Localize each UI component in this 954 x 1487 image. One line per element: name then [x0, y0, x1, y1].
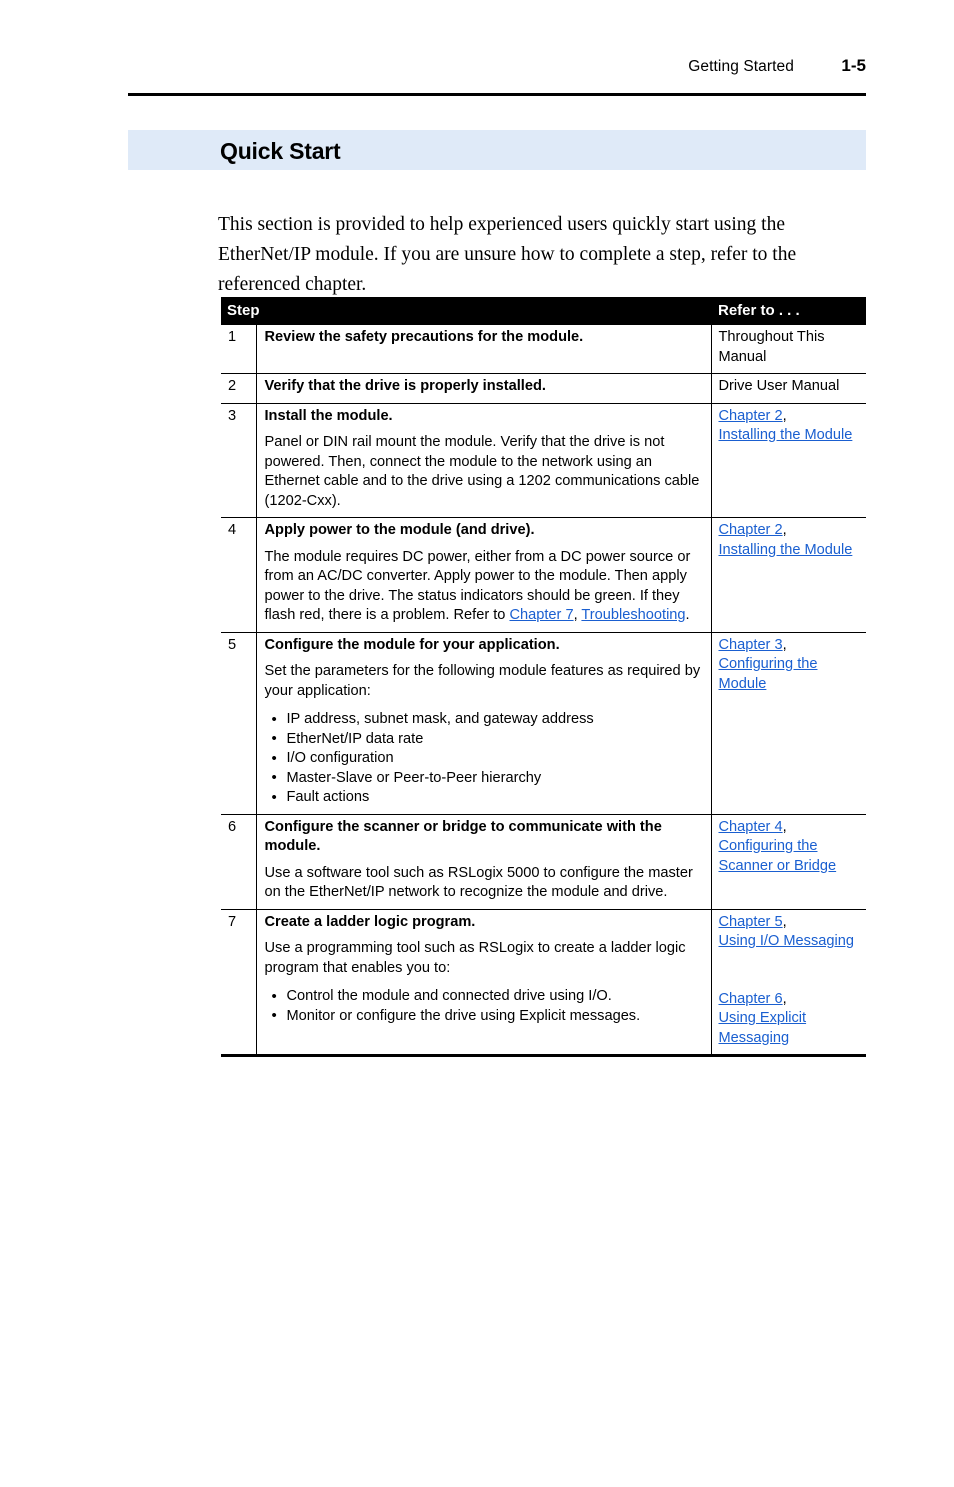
running-header: Getting Started 1-5: [128, 56, 866, 76]
step-title: Apply power to the module (and drive).: [264, 522, 535, 538]
reference-text: Drive User Manual: [718, 378, 840, 394]
step-description: Create a ladder logic program. Use a pro…: [256, 908, 712, 1057]
step-title: Install the module.: [264, 407, 393, 424]
step-reference: Chapter 5, Using I/O Messaging Chapter 6,…: [711, 908, 866, 1057]
step-bullet-list: IP address, subnet mask, and gateway add…: [265, 710, 703, 808]
chapter-title-link[interactable]: Using I/O Messaging: [719, 933, 854, 949]
table-row: 4 Apply power to the module (and drive).…: [221, 517, 866, 633]
chapter-link[interactable]: Chapter 2: [719, 408, 783, 424]
table-row: 5 Configure the module for your applicat…: [221, 631, 866, 815]
reference-link-group: Chapter 2, Installing the Module: [719, 521, 865, 560]
column-header-description: [256, 297, 711, 325]
chapter-link[interactable]: Chapter 2: [719, 522, 783, 538]
comma-separator: ,: [782, 913, 787, 930]
list-item: EtherNet/IP data rate: [272, 729, 703, 750]
comma-separator: ,: [782, 636, 787, 653]
chapter-title-link[interactable]: Installing the Module: [719, 542, 853, 558]
step-reference: Chapter 2, Installing the Module: [711, 402, 866, 518]
step-title: Review the safety precautions for the mo…: [264, 329, 584, 345]
comma-separator: ,: [782, 818, 787, 835]
header-divider-rule: [128, 93, 866, 96]
step-reference: Chapter 2, Installing the Module: [711, 517, 866, 633]
reference-link-group: Chapter 3, Configuring the Module: [719, 636, 865, 695]
column-header-step: Step: [221, 297, 260, 325]
section-heading-band: Quick Start: [128, 130, 866, 170]
list-item: I/O configuration: [272, 749, 703, 769]
reference-link-group: Chapter 2, Installing the Module: [719, 407, 865, 446]
step-number: 7: [221, 908, 257, 1057]
step-title: Configure the scanner or bridge to commu…: [264, 818, 662, 855]
step-number: 1: [221, 324, 257, 374]
intro-paragraph: This section is provided to help experie…: [218, 213, 797, 295]
header-page-number: 1-5: [841, 56, 866, 75]
comma-separator: ,: [782, 990, 787, 1007]
step-number: 5: [221, 631, 257, 815]
step-description: Configure the module for your applicatio…: [256, 631, 712, 815]
chapter-title-link[interactable]: Installing the Module: [719, 427, 853, 443]
list-item: Master-Slave or Peer-to-Peer hierarchy: [272, 768, 703, 789]
step-body: Panel or DIN rail mount the module. Veri…: [264, 434, 700, 509]
step-number: 4: [221, 517, 257, 633]
column-header-refer-to: Refer to . . .: [711, 297, 866, 325]
step-bullet-list: Control the module and connected drive u…: [265, 987, 703, 1026]
comma-separator: ,: [782, 407, 787, 424]
step-body: Use a software tool such as RSLogix 5000…: [264, 864, 693, 901]
step-title: Configure the module for your applicatio…: [264, 636, 560, 653]
reference-link-group: Chapter 6, Using Explicit Messaging: [719, 990, 865, 1049]
step-body: The module requires DC power, either fro…: [265, 548, 703, 626]
table-row: 2 Verify that the drive is properly inst…: [221, 373, 866, 404]
table-row: 6 Configure the scanner or bridge to com…: [221, 813, 866, 910]
chapter-title-link[interactable]: Configuring the Module: [719, 656, 818, 692]
reference-text: Throughout This Manual: [718, 329, 825, 365]
reference-link-group: Chapter 5, Using I/O Messaging: [719, 913, 865, 952]
list-item: Monitor or configure the drive using Exp…: [272, 1006, 703, 1027]
chapter-link[interactable]: Chapter 3: [719, 637, 783, 653]
inline-period: .: [685, 607, 690, 623]
step-reference: Throughout This Manual: [711, 324, 866, 374]
step-title: Verify that the drive is properly instal…: [264, 378, 546, 394]
chapter-link[interactable]: Chapter 4: [719, 819, 783, 835]
step-number: 2: [221, 373, 257, 404]
step-description: Apply power to the module (and drive). T…: [256, 517, 712, 633]
step-reference: Drive User Manual: [711, 373, 866, 404]
list-item: Control the module and connected drive u…: [272, 987, 703, 1007]
step-reference: Chapter 4, Configuring the Scanner or Bri…: [711, 813, 866, 910]
table-row: 7 Create a ladder logic program. Use a p…: [221, 908, 866, 1057]
comma-separator: ,: [782, 522, 787, 538]
table-row: 1 Review the safety precautions for the …: [221, 324, 866, 374]
inline-chapter-link[interactable]: Chapter 7: [509, 607, 573, 623]
step-reference: Chapter 3, Configuring the Module: [711, 631, 866, 815]
step-description: Install the module. Panel or DIN rail mo…: [256, 402, 712, 518]
header-chapter-name: Getting Started: [688, 58, 794, 75]
step-description: Configure the scanner or bridge to commu…: [256, 813, 712, 910]
chapter-title-link[interactable]: Configuring the Scanner or Bridge: [719, 838, 837, 874]
chapter-link[interactable]: Chapter 6: [719, 991, 783, 1007]
table-header-row: Step Refer to . . .: [221, 297, 866, 325]
step-body: Set the parameters for the following mod…: [264, 663, 701, 699]
step-body: Use a programming tool such as RSLogix t…: [264, 940, 686, 976]
reference-link-group: Chapter 4, Configuring the Scanner or Bri…: [719, 818, 865, 877]
step-description: Verify that the drive is properly instal…: [256, 373, 712, 404]
chapter-title-link[interactable]: Using Explicit Messaging: [719, 1010, 807, 1046]
list-item: Fault actions: [272, 788, 703, 808]
step-number: 6: [221, 813, 257, 910]
quick-start-table: Step Refer to . . . 1 Review the safety …: [221, 297, 866, 1057]
list-item: IP address, subnet mask, and gateway add…: [272, 710, 703, 730]
step-description: Review the safety precautions for the mo…: [256, 324, 712, 374]
step-title: Create a ladder logic program.: [264, 913, 476, 930]
step-number: 3: [221, 402, 257, 518]
chapter-link[interactable]: Chapter 5: [719, 914, 783, 930]
inline-chapter-title-link[interactable]: Troubleshooting: [581, 607, 685, 623]
page-title: Quick Start: [220, 138, 341, 164]
table-row: 3 Install the module. Panel or DIN rail …: [221, 402, 866, 518]
